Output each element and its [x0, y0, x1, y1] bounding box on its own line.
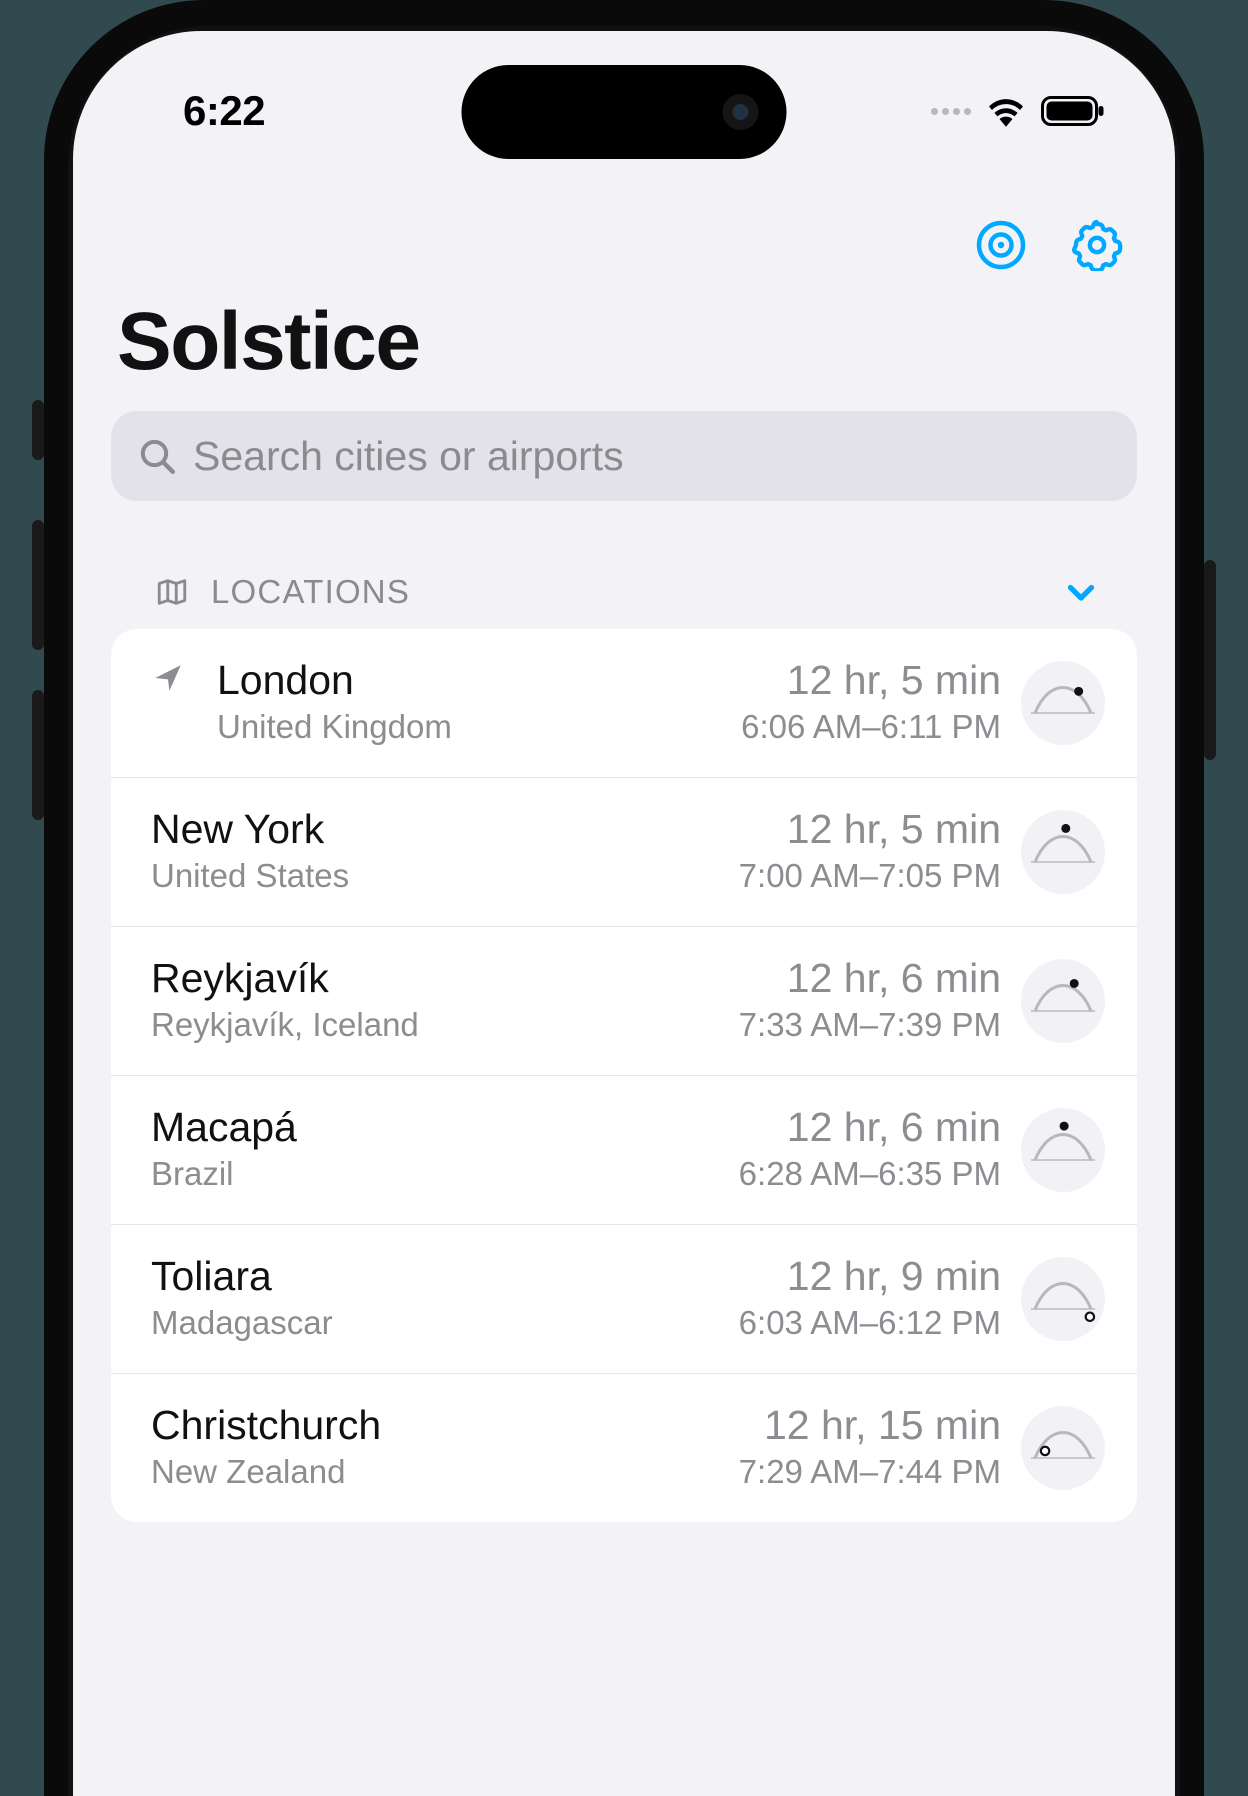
- city-name: Macapá: [151, 1104, 719, 1151]
- volume-up-button: [32, 520, 44, 650]
- cellular-icon: [931, 108, 971, 115]
- battery-icon: [1041, 96, 1105, 126]
- city-name: New York: [151, 806, 719, 853]
- settings-button[interactable]: [1071, 219, 1123, 271]
- region-name: New Zealand: [151, 1451, 719, 1494]
- sun-curve-icon: [1021, 959, 1105, 1043]
- sun-curve-icon: [1021, 1257, 1105, 1341]
- city-name: Toliara: [151, 1253, 719, 1300]
- search-input[interactable]: [193, 433, 1111, 480]
- region-name: Brazil: [151, 1153, 719, 1196]
- front-camera: [723, 94, 759, 130]
- sun-curve-icon: [1021, 661, 1105, 745]
- sunrise-sunset-range: 7:29 AM–7:44 PM: [739, 1451, 1001, 1494]
- sun-curve-icon: [1021, 1108, 1105, 1192]
- chevron-down-icon[interactable]: [1063, 574, 1099, 610]
- screen: 6:22: [73, 31, 1175, 1796]
- daylight-duration: 12 hr, 9 min: [739, 1253, 1001, 1300]
- section-header-label: LOCATIONS: [211, 573, 1063, 611]
- eye-icon: [975, 219, 1027, 271]
- silent-switch: [32, 400, 44, 460]
- view-mode-button[interactable]: [975, 219, 1027, 271]
- region-name: Madagascar: [151, 1302, 719, 1345]
- daylight-duration: 12 hr, 5 min: [741, 657, 1001, 704]
- section-header-locations[interactable]: LOCATIONS: [111, 573, 1137, 629]
- nav-bar: [111, 201, 1137, 281]
- location-row[interactable]: MacapáBrazil 12 hr, 6 min6:28 AM–6:35 PM: [111, 1075, 1137, 1224]
- sunrise-sunset-range: 7:33 AM–7:39 PM: [739, 1004, 1001, 1047]
- side-button: [1204, 560, 1216, 760]
- gear-icon: [1071, 219, 1123, 271]
- city-name: Christchurch: [151, 1402, 719, 1449]
- daylight-duration: 12 hr, 6 min: [739, 1104, 1001, 1151]
- city-name: Reykjavík: [151, 955, 719, 1002]
- sunrise-sunset-range: 6:03 AM–6:12 PM: [739, 1302, 1001, 1345]
- sunrise-sunset-range: 7:00 AM–7:05 PM: [739, 855, 1001, 898]
- location-row[interactable]: LondonUnited Kingdom 12 hr, 5 min6:06 AM–…: [111, 629, 1137, 777]
- region-name: United States: [151, 855, 719, 898]
- current-location-icon: [151, 657, 197, 700]
- region-name: United Kingdom: [217, 706, 721, 749]
- volume-down-button: [32, 690, 44, 820]
- sunrise-sunset-range: 6:28 AM–6:35 PM: [739, 1153, 1001, 1196]
- page-title: Solstice: [111, 281, 1137, 411]
- search-icon: [137, 436, 177, 476]
- daylight-duration: 12 hr, 6 min: [739, 955, 1001, 1002]
- wifi-icon: [985, 95, 1027, 127]
- device-frame: 6:22: [44, 0, 1204, 1796]
- region-name: Reykjavík, Iceland: [151, 1004, 719, 1047]
- location-row[interactable]: ToliaraMadagascar 12 hr, 9 min6:03 AM–6:1…: [111, 1224, 1137, 1373]
- daylight-duration: 12 hr, 15 min: [739, 1402, 1001, 1449]
- map-icon: [155, 575, 189, 609]
- dynamic-island: [462, 65, 787, 159]
- location-row[interactable]: ChristchurchNew Zealand 12 hr, 15 min7:29…: [111, 1373, 1137, 1522]
- location-row[interactable]: ReykjavíkReykjavík, Iceland 12 hr, 6 min7…: [111, 926, 1137, 1075]
- location-row[interactable]: New YorkUnited States 12 hr, 5 min7:00 AM…: [111, 777, 1137, 926]
- city-name: London: [217, 657, 721, 704]
- sunrise-sunset-range: 6:06 AM–6:11 PM: [741, 706, 1001, 749]
- locations-list: LondonUnited Kingdom12 hr, 5 min6:06 AM–…: [111, 629, 1137, 1522]
- sun-curve-icon: [1021, 810, 1105, 894]
- sun-curve-icon: [1021, 1406, 1105, 1490]
- status-time: 6:22: [183, 87, 265, 135]
- search-field[interactable]: [111, 411, 1137, 501]
- daylight-duration: 12 hr, 5 min: [739, 806, 1001, 853]
